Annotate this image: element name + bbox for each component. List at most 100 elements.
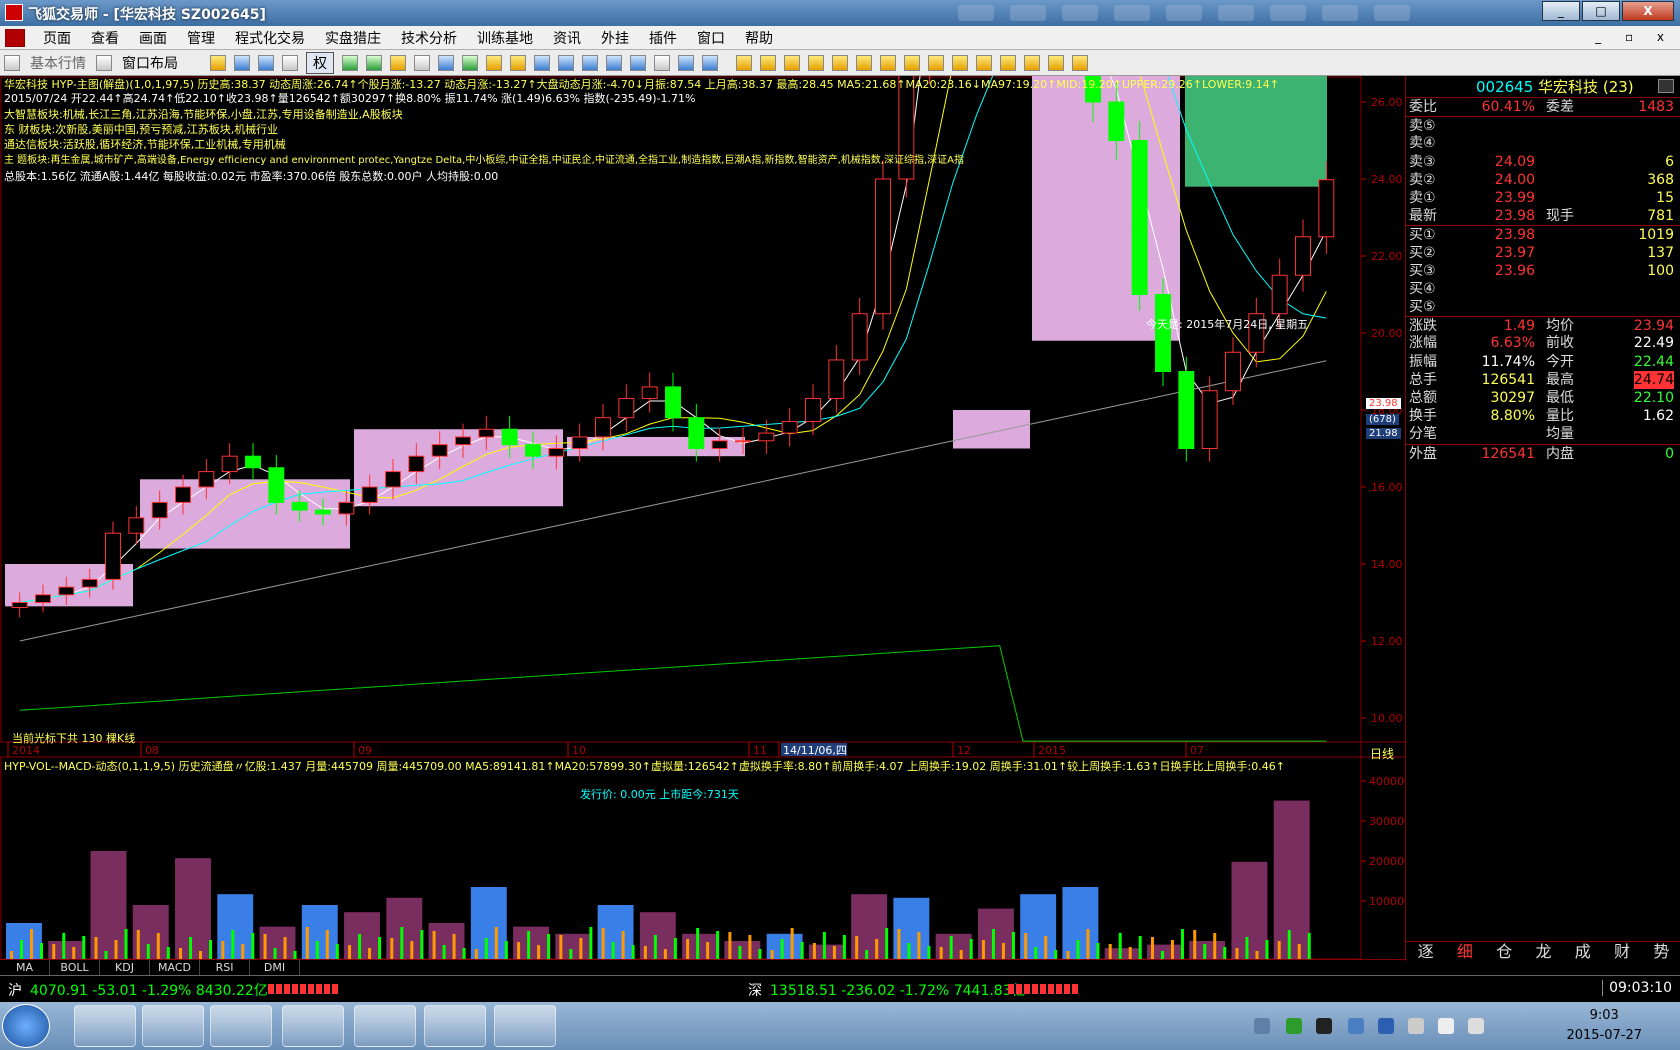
period-4-icon[interactable] — [808, 54, 824, 71]
shield-tray-icon[interactable] — [1348, 1018, 1364, 1034]
clock[interactable]: 9:03 2015-07-27 — [1566, 1006, 1642, 1046]
period-5-icon[interactable] — [832, 54, 848, 71]
copy-icon[interactable] — [414, 54, 430, 71]
period-quarter-icon[interactable] — [976, 54, 992, 71]
candle-body — [688, 417, 705, 450]
crosshair-icon[interactable] — [258, 54, 274, 71]
quote-tab[interactable]: 细 — [1445, 942, 1484, 961]
volume-tick — [325, 930, 329, 959]
panel-close-icon[interactable] — [1658, 79, 1674, 93]
menu-logo-icon[interactable] — [5, 28, 25, 47]
power-tray-icon[interactable] — [1408, 1018, 1424, 1034]
period-month-icon[interactable] — [952, 54, 968, 71]
status-bar: 沪 4070.91 -53.01 -1.29% 8430.22亿 深 13518… — [0, 975, 1680, 1002]
period-3-icon[interactable] — [784, 54, 800, 71]
menu-news[interactable]: 资讯 — [543, 28, 591, 48]
mdi-controls[interactable]: _ ▫ x — [1595, 30, 1674, 44]
menu-live-hunt[interactable]: 实盘猎庄 — [315, 28, 391, 48]
media-player-icon[interactable] — [210, 1005, 272, 1047]
menu-canvas[interactable]: 画面 — [129, 28, 177, 48]
gear-icon[interactable] — [510, 54, 526, 71]
bluetooth-tray-icon[interactable] — [1378, 1018, 1394, 1034]
period-year-icon[interactable] — [1000, 54, 1016, 71]
window-icon[interactable] — [534, 54, 550, 71]
menu-training[interactable]: 训练基地 — [467, 28, 543, 48]
y-tick-label: 22.00 — [1371, 250, 1403, 263]
menu-plugins[interactable]: 插件 — [639, 28, 687, 48]
close-button[interactable]: X — [1622, 1, 1674, 21]
basic-quote-button[interactable]: 基本行情 — [24, 53, 92, 73]
volume-tray-icon[interactable] — [1468, 1018, 1484, 1034]
tab-boll[interactable]: BOLL — [50, 960, 100, 975]
red-app-icon[interactable] — [494, 1005, 556, 1047]
table-icon[interactable] — [558, 54, 574, 71]
green-chart-icon[interactable] — [342, 54, 358, 71]
quote-tab[interactable]: 财 — [1602, 942, 1641, 961]
trend-icon[interactable] — [678, 54, 694, 71]
menu-program-trading[interactable]: 程式化交易 — [225, 28, 315, 48]
menu-view[interactable]: 查看 — [81, 28, 129, 48]
list-icon[interactable] — [390, 54, 406, 71]
menu-page[interactable]: 页面 — [33, 28, 81, 48]
quote-tab[interactable]: 成 — [1563, 942, 1602, 961]
kt-app-icon[interactable] — [354, 1005, 416, 1047]
ie-icon[interactable] — [74, 1005, 136, 1047]
multi-chart-icon[interactable] — [606, 54, 622, 71]
volume-tick — [378, 937, 382, 959]
tab-ma[interactable]: MA — [0, 960, 50, 975]
period-week-icon[interactable] — [928, 54, 944, 71]
app-tray-icon[interactable] — [1286, 1018, 1302, 1034]
layout-icon — [96, 54, 112, 71]
kline-chart[interactable]: 38.0036.0034.0032.0030.0028.0026.0024.00… — [0, 76, 1405, 961]
warning-icon[interactable] — [486, 54, 502, 71]
period-7-icon[interactable] — [880, 54, 896, 71]
maximize-button[interactable]: □ — [1582, 1, 1620, 21]
tab-kdj[interactable]: KDJ — [100, 960, 150, 975]
tab-rsi[interactable]: RSI — [200, 960, 250, 975]
doc-icon[interactable] — [438, 54, 454, 71]
tab-dmi[interactable]: DMI — [250, 960, 300, 975]
quote-tab[interactable]: 龙 — [1524, 942, 1563, 961]
period-day-icon[interactable] — [904, 54, 920, 71]
compare-icon[interactable] — [366, 54, 382, 71]
period-6-icon[interactable] — [856, 54, 872, 71]
chart-icon[interactable] — [234, 54, 250, 71]
grid-icon[interactable] — [282, 54, 298, 71]
period-multi-icon[interactable] — [1024, 54, 1040, 71]
quote-tab[interactable]: 逐 — [1406, 942, 1445, 961]
network-tray-icon[interactable] — [1254, 1018, 1270, 1034]
tab-macd[interactable]: MACD — [150, 960, 200, 975]
period-custom-icon[interactable] — [1048, 54, 1064, 71]
volume-tick — [832, 946, 836, 959]
candle-body — [525, 444, 541, 457]
trend2-icon[interactable] — [702, 54, 718, 71]
window-layout-button[interactable]: 窗口布局 — [116, 53, 184, 73]
kt-tray-icon[interactable] — [1316, 1018, 1332, 1034]
menu-help[interactable]: 帮助 — [735, 28, 783, 48]
volume-tick — [368, 948, 372, 959]
adjust-rights-button[interactable]: 权 — [306, 51, 334, 74]
signal-tray-icon[interactable] — [1438, 1018, 1454, 1034]
explorer-icon[interactable] — [142, 1005, 204, 1047]
menu-plugins-ext[interactable]: 外挂 — [591, 28, 639, 48]
minimize-button[interactable]: _ — [1542, 1, 1580, 21]
quote-tab[interactable]: 势 — [1642, 942, 1680, 961]
folder-icon[interactable] — [210, 54, 226, 71]
date-label: 08 — [145, 744, 159, 757]
trader-app-icon[interactable] — [424, 1005, 486, 1047]
tool-icon[interactable] — [462, 54, 478, 71]
menu-tech-analysis[interactable]: 技术分析 — [391, 28, 467, 48]
quote-tab[interactable]: 仓 — [1485, 942, 1524, 961]
chart-area[interactable]: 38.0036.0034.0032.0030.0028.0026.0024.00… — [0, 76, 1405, 961]
quote-label: 买① — [1409, 227, 1436, 244]
start-button[interactable] — [2, 1004, 50, 1048]
period-2-icon[interactable] — [760, 54, 776, 71]
period-1-icon[interactable] — [736, 54, 752, 71]
tile-icon[interactable] — [630, 54, 646, 71]
print-icon[interactable] — [654, 54, 670, 71]
period-tick-icon[interactable] — [1072, 54, 1088, 71]
browser-icon[interactable] — [282, 1005, 344, 1047]
line-chart-icon[interactable] — [582, 54, 598, 71]
menu-manage[interactable]: 管理 — [177, 28, 225, 48]
menu-window[interactable]: 窗口 — [687, 28, 735, 48]
